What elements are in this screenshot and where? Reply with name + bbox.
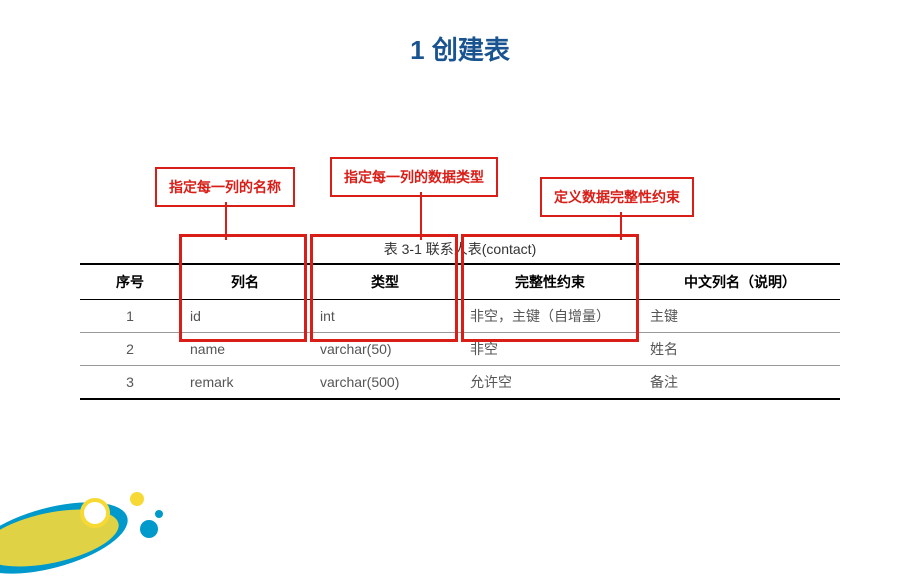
cell-colname: remark [180, 366, 310, 400]
connector-line [620, 212, 622, 240]
page-title: 1 创建表 [0, 30, 920, 67]
decoration-dot [155, 510, 163, 518]
connector-line [225, 202, 227, 240]
cell-seq: 3 [80, 366, 180, 400]
header-constraint: 完整性约束 [460, 264, 640, 300]
table-row: 1 id int 非空，主键（自增量） 主键 [80, 300, 840, 333]
cell-desc: 姓名 [640, 333, 840, 366]
annotation-coltype: 指定每一列的数据类型 [330, 157, 498, 197]
decoration-circle-icon [80, 498, 110, 528]
connector-line [420, 192, 422, 240]
header-coltype: 类型 [310, 264, 460, 300]
cell-colname: id [180, 300, 310, 333]
cell-coltype: varchar(500) [310, 366, 460, 400]
header-colname: 列名 [180, 264, 310, 300]
annotation-colname: 指定每一列的名称 [155, 167, 295, 207]
decoration-swoosh [0, 499, 124, 577]
header-seq: 序号 [80, 264, 180, 300]
cell-seq: 1 [80, 300, 180, 333]
annotation-constraint: 定义数据完整性约束 [540, 177, 694, 217]
cell-desc: 备注 [640, 366, 840, 400]
decoration-dot [130, 492, 144, 506]
cell-desc: 主键 [640, 300, 840, 333]
contact-table: 序号 列名 类型 完整性约束 中文列名（说明） 1 id int 非空，主键（自… [80, 263, 840, 400]
slide-decoration [0, 468, 200, 548]
decoration-swoosh [0, 488, 135, 587]
cell-coltype: varchar(50) [310, 333, 460, 366]
table-row: 2 name varchar(50) 非空 姓名 [80, 333, 840, 366]
header-desc: 中文列名（说明） [640, 264, 840, 300]
table-header-row: 序号 列名 类型 完整性约束 中文列名（说明） [80, 264, 840, 300]
table-row: 3 remark varchar(500) 允许空 备注 [80, 366, 840, 400]
cell-constraint: 非空 [460, 333, 640, 366]
cell-constraint: 非空，主键（自增量） [460, 300, 640, 333]
cell-constraint: 允许空 [460, 366, 640, 400]
cell-coltype: int [310, 300, 460, 333]
cell-seq: 2 [80, 333, 180, 366]
annotation-container: 指定每一列的名称 指定每一列的数据类型 定义数据完整性约束 [80, 157, 840, 217]
table-caption: 表 3-1 联系人表(contact) [80, 239, 840, 259]
decoration-dot [140, 520, 158, 538]
cell-colname: name [180, 333, 310, 366]
content-area: 指定每一列的名称 指定每一列的数据类型 定义数据完整性约束 表 3-1 联系人表… [0, 157, 920, 400]
